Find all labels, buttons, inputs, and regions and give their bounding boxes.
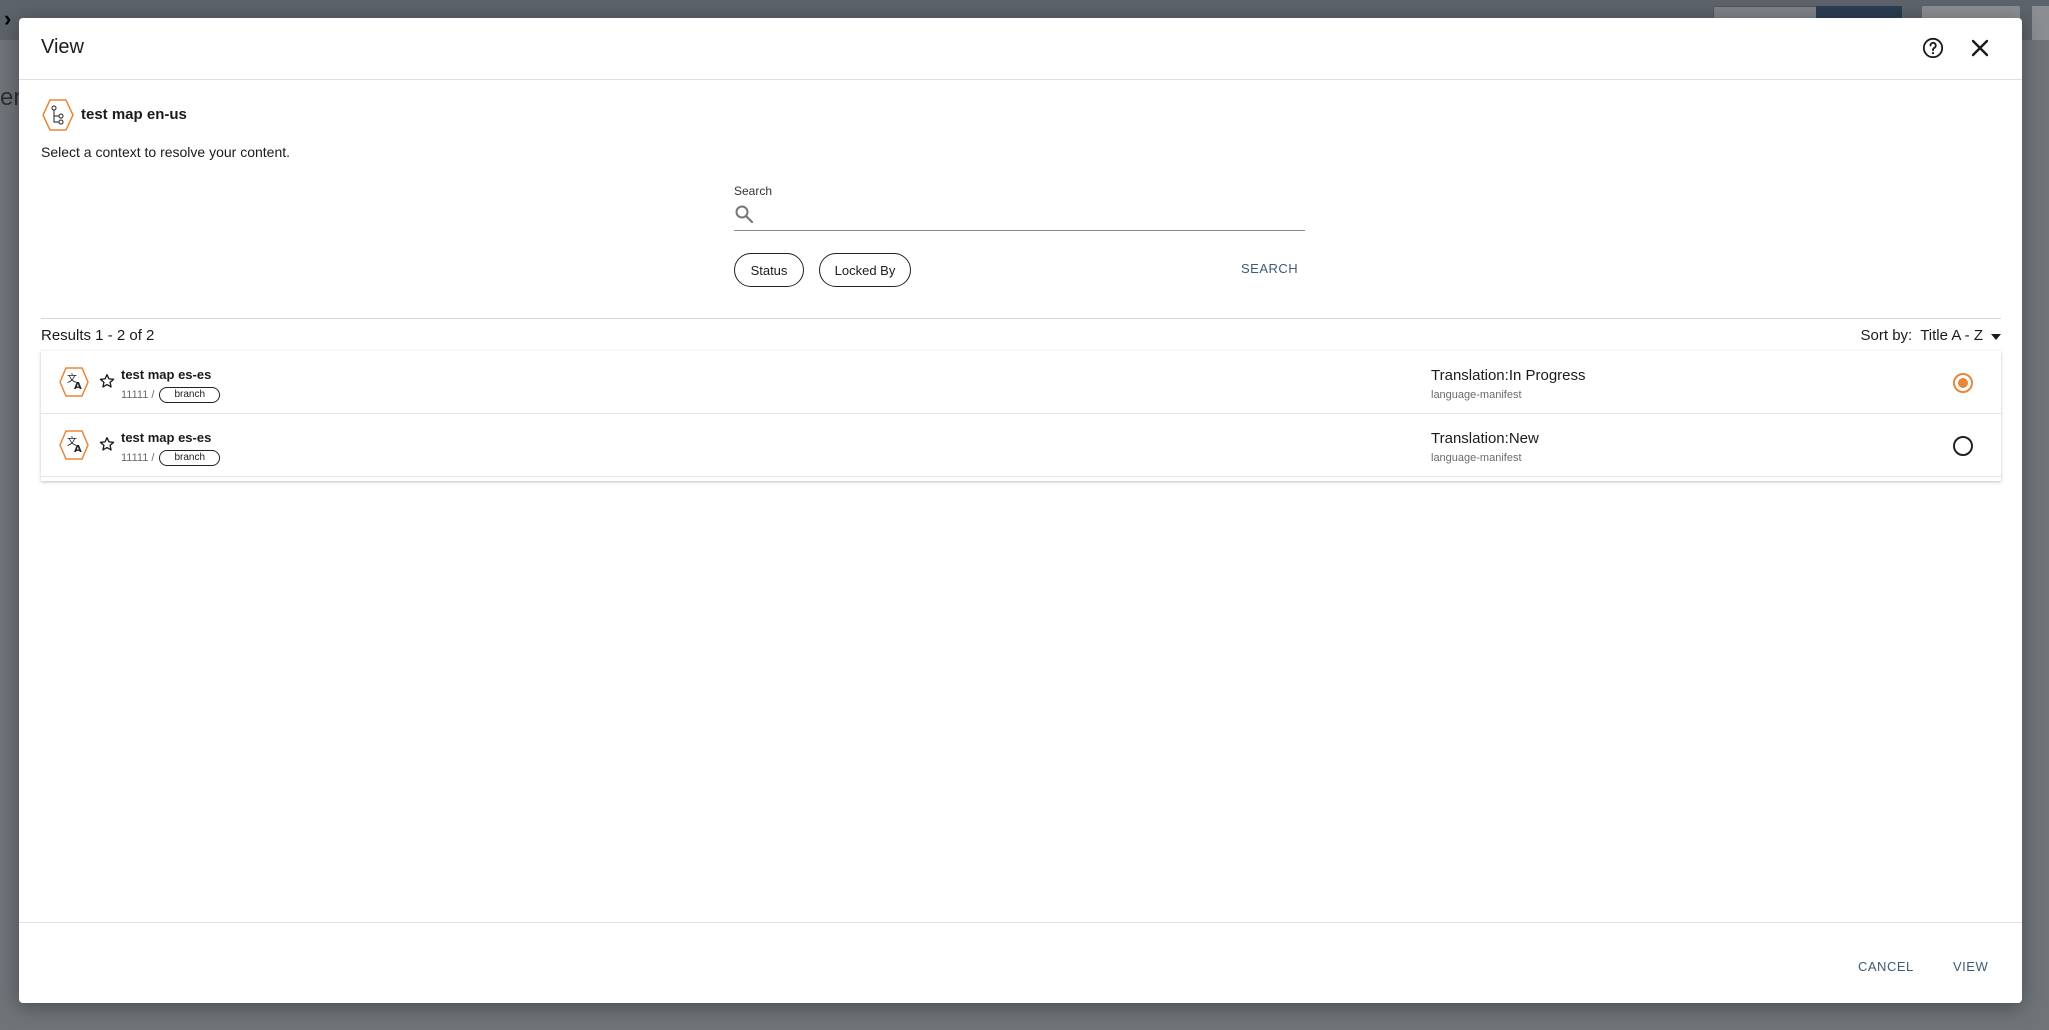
search-field xyxy=(734,200,1306,231)
svg-text:A: A xyxy=(74,381,82,392)
branch-badge: branch xyxy=(159,387,221,403)
results-count: Results 1 - 2 of 2 xyxy=(41,327,155,344)
map-title: test map en-us xyxy=(81,106,187,123)
results-list: 文 A test map es-es 11111 / branch Transl… xyxy=(41,351,2001,481)
translation-icon: 文 A xyxy=(58,429,90,461)
results-toolbar: Results 1 - 2 of 2 Sort by: Title A - Z xyxy=(41,318,2001,352)
search-input[interactable] xyxy=(762,202,1306,230)
search-icon xyxy=(734,204,754,224)
row-id: 11111 / xyxy=(121,389,155,401)
branch-badge: branch xyxy=(159,450,221,466)
row-type: language-manifest xyxy=(1431,389,1522,401)
row-status: Translation:New xyxy=(1431,430,1539,447)
row-radio-selected[interactable] xyxy=(1953,373,1973,393)
row-status: Translation:In Progress xyxy=(1431,367,1586,384)
svg-text:A: A xyxy=(74,444,82,455)
star-icon[interactable] xyxy=(99,373,115,389)
background-button-4 xyxy=(2032,6,2049,40)
sort-label: Sort by: xyxy=(1860,327,1913,344)
list-item[interactable]: 文 A test map es-es 11111 / branch Transl… xyxy=(41,414,2001,477)
star-icon[interactable] xyxy=(99,436,115,452)
cancel-button[interactable]: CANCEL xyxy=(1858,959,1914,974)
status-filter-chip[interactable]: Status xyxy=(734,253,804,287)
row-title: test map es-es xyxy=(121,430,212,445)
list-item[interactable]: 文 A test map es-es 11111 / branch Transl… xyxy=(41,351,2001,414)
help-icon[interactable] xyxy=(1919,34,1947,62)
row-id: 11111 / xyxy=(121,452,155,464)
dialog-header: View xyxy=(19,18,2022,80)
instruction-text: Select a context to resolve your content… xyxy=(41,144,291,160)
background-chevron-icon: › xyxy=(4,6,12,31)
close-icon[interactable] xyxy=(1966,34,1994,62)
sort-value[interactable]: Title A - Z xyxy=(1920,327,1983,344)
sort-control[interactable]: Sort by: Title A - Z xyxy=(1861,327,2001,344)
caret-down-icon[interactable] xyxy=(1991,327,2001,344)
row-type: language-manifest xyxy=(1431,452,1522,464)
search-button[interactable]: SEARCH xyxy=(1241,261,1298,276)
dialog-title: View xyxy=(41,36,84,58)
map-hierarchy-icon xyxy=(41,98,75,132)
locked-by-filter-chip[interactable]: Locked By xyxy=(819,253,911,287)
view-dialog: View test map en-us Select a context to … xyxy=(19,18,2022,1003)
view-button[interactable]: VIEW xyxy=(1953,959,1988,974)
row-title: test map es-es xyxy=(121,367,212,382)
row-meta: 11111 / branch xyxy=(121,387,221,403)
translation-icon: 文 A xyxy=(58,366,90,398)
row-radio-unselected[interactable] xyxy=(1953,436,1973,456)
dialog-footer: CANCEL VIEW xyxy=(19,922,2022,1004)
row-meta: 11111 / branch xyxy=(121,450,221,466)
search-label: Search xyxy=(734,184,773,198)
